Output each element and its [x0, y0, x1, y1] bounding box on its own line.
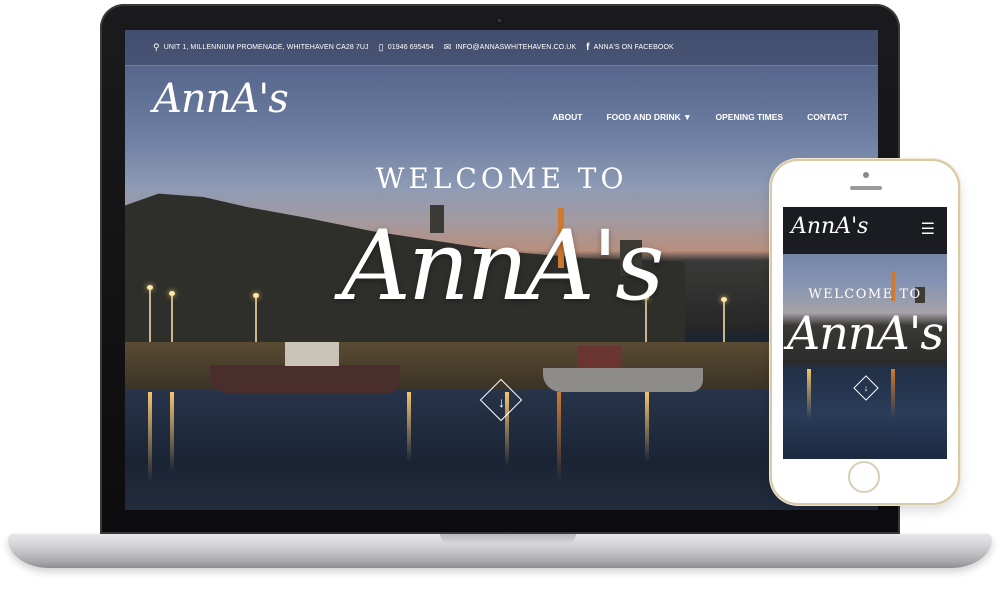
mobile-logo[interactable]: AnnA's [791, 214, 868, 239]
laptop-notch [440, 534, 576, 544]
arrow-down-icon[interactable]: ↓ [486, 387, 517, 418]
boat-cabin [285, 342, 339, 366]
location-pin-icon: ⚲ [153, 42, 160, 52]
phone-text[interactable]: 01946 695454 [388, 44, 434, 51]
desktop-site-screen: ⚲ UNIT 1, MILLENNIUM PROMENADE, WHITEHAV… [125, 30, 878, 510]
boat-cabin [577, 346, 621, 368]
light-reflection [407, 392, 411, 462]
phone-camera [863, 172, 869, 178]
mobile-hero-title: AnnA's [787, 306, 944, 360]
address-item: ⚲ UNIT 1, MILLENNIUM PROMENADE, WHITEHAV… [153, 42, 369, 53]
light-reflection [645, 392, 649, 462]
phone-speaker [850, 186, 882, 190]
arrow-down-icon[interactable]: ↓ [857, 379, 875, 397]
boat-hull [210, 365, 400, 393]
nav-item-about[interactable]: ABOUT [552, 112, 582, 122]
phone-mockup: AnnA's ☰ WELCOME TO AnnA's ↓ [772, 161, 958, 503]
boat-hull [543, 368, 703, 392]
main-nav: ABOUT FOOD AND DRINK ▼ OPENING TIMES CON… [528, 112, 848, 122]
mobile-site-screen: AnnA's ☰ WELCOME TO AnnA's ↓ [783, 207, 947, 459]
hamburger-menu-icon[interactable]: ☰ [921, 219, 935, 239]
nav-item-food-and-drink[interactable]: FOOD AND DRINK ▼ [606, 112, 691, 122]
light-reflection [148, 392, 152, 482]
light-reflection [557, 392, 561, 482]
site-logo[interactable]: AnnA's [153, 76, 289, 122]
nav-item-opening-times[interactable]: OPENING TIMES [716, 112, 784, 122]
email-item[interactable]: ✉ INFO@ANNASWHITEHAVEN.CO.UK [444, 42, 576, 53]
mobile-header: AnnA's ☰ [783, 207, 947, 254]
envelope-icon: ✉ [443, 42, 452, 52]
light-reflection [170, 392, 174, 472]
laptop-base [8, 534, 992, 568]
laptop-camera [496, 17, 503, 24]
mobile-welcome-text: WELCOME TO [808, 287, 922, 302]
phone-home-button [848, 461, 880, 493]
mobile-phone-icon: ▯ [378, 42, 384, 52]
light-reflection [891, 369, 895, 419]
facebook-item[interactable]: f ANNA'S ON FACEBOOK [586, 42, 674, 53]
phone-item[interactable]: ▯ 01946 695454 [379, 42, 434, 53]
hero-title: AnnA's [341, 210, 665, 322]
nav-item-contact[interactable]: CONTACT [807, 112, 848, 122]
facebook-icon: f [586, 42, 590, 53]
address-text: UNIT 1, MILLENNIUM PROMENADE, WHITEHAVEN… [163, 44, 369, 51]
light-reflection [807, 369, 811, 419]
hero-welcome-text: WELCOME TO [375, 162, 628, 195]
email-link[interactable]: INFO@ANNASWHITEHAVEN.CO.UK [455, 44, 576, 51]
facebook-link[interactable]: ANNA'S ON FACEBOOK [594, 44, 674, 51]
contact-info-bar: ⚲ UNIT 1, MILLENNIUM PROMENADE, WHITEHAV… [125, 30, 878, 66]
